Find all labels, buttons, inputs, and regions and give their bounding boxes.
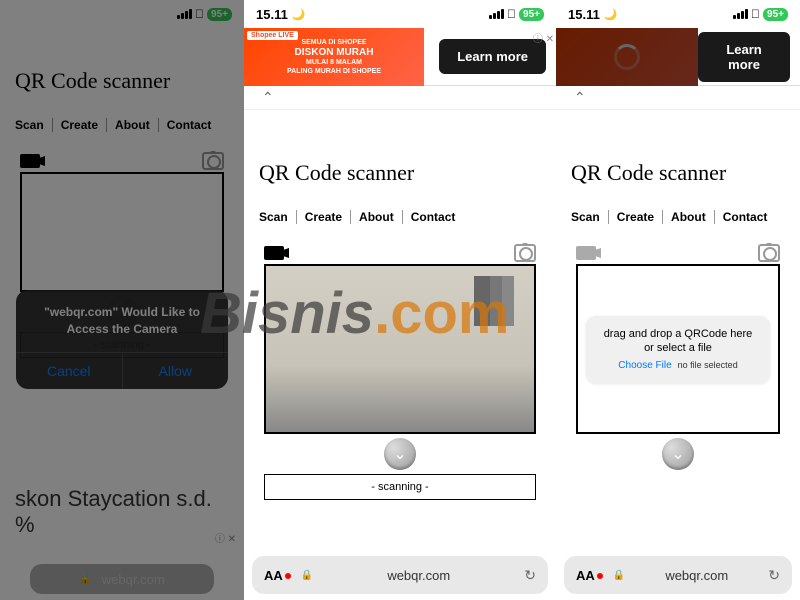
scanning-status: - scanning - — [264, 474, 536, 500]
dialog-allow-button[interactable]: Allow — [123, 353, 229, 389]
time: 15.11 — [256, 7, 288, 22]
reload-icon[interactable]: ↻ — [524, 567, 536, 584]
battery-icon: 95+ — [763, 8, 788, 21]
dialog-cancel-button[interactable]: Cancel — [16, 353, 123, 389]
time: 15.11 — [568, 7, 600, 22]
shopee-ad-image: Shopee LIVE SEMUA DI SHOPEE DISKON MURAH… — [244, 28, 424, 86]
nav-scan[interactable]: Scan — [571, 210, 609, 224]
signal-icon — [733, 9, 748, 19]
ad-info-icon[interactable]: ⓘ ✕ — [215, 530, 236, 545]
learn-more-button[interactable]: Learn more — [439, 39, 546, 74]
nav-about[interactable]: About — [351, 210, 403, 224]
scan-preview-box — [264, 264, 536, 434]
drop-text-2: or select a file — [594, 342, 762, 354]
text-size-button[interactable]: AA — [576, 568, 603, 583]
reload-icon[interactable]: ↻ — [768, 567, 780, 584]
signal-icon — [489, 9, 504, 19]
wifi-icon: 􀙇 — [507, 7, 516, 21]
camera-icon[interactable] — [758, 244, 780, 262]
safari-address-bar[interactable]: 🔒 webqr.com — [30, 564, 214, 594]
camera-feed — [266, 266, 534, 432]
nav-menu: Scan Create About Contact — [15, 118, 229, 132]
url-text: webqr.com — [102, 572, 165, 587]
lock-icon: 🔒 — [79, 574, 91, 585]
learn-more-button[interactable]: Learn more — [698, 32, 790, 82]
nav-create[interactable]: Create — [297, 210, 351, 224]
ad-banner[interactable]: Shopee LIVE SEMUA DI SHOPEE DISKON MURAH… — [244, 28, 556, 86]
chevron-up-icon: ⌃ — [574, 89, 586, 106]
url-text: webqr.com — [635, 568, 758, 583]
status-bar: 15.11 🌙 􀙇 95+ — [244, 0, 556, 28]
nav-scan[interactable]: Scan — [259, 210, 297, 224]
camera-permission-dialog: "webqr.com" Would Like to Access the Cam… — [16, 290, 228, 389]
camera-icon[interactable] — [202, 152, 224, 170]
video-camera-icon[interactable] — [576, 244, 598, 262]
expand-down-button[interactable]: ⌄ — [384, 438, 416, 470]
ad-collapse-bar[interactable]: ⌃ — [556, 86, 800, 110]
chevron-up-icon: ⌃ — [262, 89, 274, 106]
scan-preview-box — [20, 172, 224, 292]
phone-screen-2: 15.11 🌙 􀙇 95+ Shopee LIVE SEMUA DI SHOPEE… — [244, 0, 556, 600]
dialog-message: "webqr.com" Would Like to Access the Cam… — [16, 290, 228, 352]
page-title: QR Code scanner — [15, 68, 229, 94]
text-size-button[interactable]: AA — [264, 568, 291, 583]
loading-spinner-icon — [614, 44, 640, 70]
battery-icon: 95+ — [207, 8, 232, 21]
battery-icon: 95+ — [519, 8, 544, 21]
moon-icon: 🌙 — [604, 8, 618, 21]
safari-address-bar[interactable]: AA 🔒 webqr.com ↻ — [252, 556, 548, 594]
video-camera-icon[interactable] — [20, 152, 42, 170]
status-bar: 􀙇 95+ — [0, 0, 244, 28]
file-drop-zone[interactable]: drag and drop a QRCode here or select a … — [586, 316, 770, 383]
nav-scan[interactable]: Scan — [15, 118, 53, 132]
phone-screen-3: 15.11 🌙 􀙇 95+ Learn more ⌃ QR Code scanne… — [556, 0, 800, 600]
promo-ad-text[interactable]: skon Staycation s.d. % — [0, 476, 244, 548]
nav-contact[interactable]: Contact — [403, 210, 464, 224]
shopee-ad-image — [556, 28, 698, 86]
lock-icon: 🔒 — [301, 570, 313, 581]
file-status: no file selected — [678, 360, 738, 370]
ad-banner[interactable]: Learn more — [556, 28, 800, 86]
drop-text-1: drag and drop a QRCode here — [594, 328, 762, 340]
nav-menu: Scan Create About Contact — [571, 210, 785, 224]
moon-icon: 🌙 — [292, 8, 306, 21]
nav-menu: Scan Create About Contact — [259, 210, 541, 224]
wifi-icon: 􀙇 — [195, 7, 204, 21]
shopee-badge: Shopee LIVE — [247, 31, 298, 40]
ad-close-icon[interactable]: ⓘ ✕ — [533, 30, 554, 45]
nav-create[interactable]: Create — [53, 118, 107, 132]
phone-screen-1: 􀙇 95+ QR Code scanner Scan Create About … — [0, 0, 244, 600]
camera-icon[interactable] — [514, 244, 536, 262]
choose-file-button[interactable]: Choose File — [618, 360, 671, 371]
expand-down-button[interactable]: ⌄ — [662, 438, 694, 470]
nav-contact[interactable]: Contact — [715, 210, 776, 224]
wifi-icon: 􀙇 — [751, 7, 760, 21]
chevron-down-icon: ⌄ — [393, 444, 406, 464]
nav-contact[interactable]: Contact — [159, 118, 220, 132]
nav-about[interactable]: About — [107, 118, 159, 132]
page-title: QR Code scanner — [571, 160, 785, 186]
scan-preview-box[interactable]: drag and drop a QRCode here or select a … — [576, 264, 780, 434]
safari-address-bar[interactable]: AA 🔒 webqr.com ↻ — [564, 556, 792, 594]
ad-collapse-bar[interactable]: ⌃ — [244, 86, 556, 110]
signal-icon — [177, 9, 192, 19]
url-text: webqr.com — [323, 568, 514, 583]
nav-about[interactable]: About — [663, 210, 715, 224]
lock-icon: 🔒 — [613, 570, 625, 581]
chevron-down-icon: ⌄ — [671, 444, 684, 464]
page-title: QR Code scanner — [259, 160, 541, 186]
status-bar: 15.11 🌙 􀙇 95+ — [556, 0, 800, 28]
nav-create[interactable]: Create — [609, 210, 663, 224]
video-camera-icon[interactable] — [264, 244, 286, 262]
